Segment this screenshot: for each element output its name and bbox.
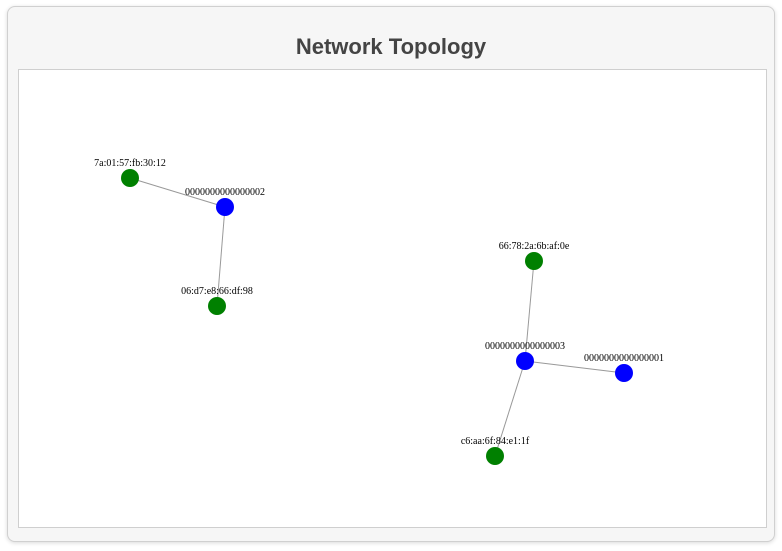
topology-card: Network Topology 0000000000000002 7a:01:5… [7,6,775,542]
host-node[interactable]: 7a:01:57:fb:30:12 [94,158,166,187]
host-node[interactable]: 06:d7:e8:66:df:98 [181,286,253,315]
links-layer [129,177,625,457]
topology-graph[interactable]: 0000000000000002 7a:01:57:fb:30:12 06:d7:e… [19,70,766,527]
switch-circle[interactable] [216,198,234,216]
switch-circle[interactable] [615,364,633,382]
host-circle[interactable] [121,169,139,187]
switch-node[interactable]: 0000000000000003 [485,341,565,370]
nodes-layer: 0000000000000002 7a:01:57:fb:30:12 06:d7:e… [94,158,664,465]
node-label: 66:78:2a:6b:af:0e [499,241,570,252]
node-label: c6:aa:6f:84:e1:1f [461,436,530,447]
node-label: 0000000000000002 [185,187,265,198]
switch-node[interactable]: 0000000000000001 [584,353,664,382]
host-circle[interactable] [208,297,226,315]
host-circle[interactable] [525,252,543,270]
node-label: 0000000000000001 [584,353,664,364]
host-node[interactable]: 66:78:2a:6b:af:0e [499,241,570,270]
switch-circle[interactable] [516,352,534,370]
page-title: Network Topology [295,34,487,59]
node-label: 06:d7:e8:66:df:98 [181,286,253,297]
node-label: 0000000000000003 [485,341,565,352]
topology-canvas[interactable]: 0000000000000002 7a:01:57:fb:30:12 06:d7:e… [18,69,767,528]
switch-node[interactable]: 0000000000000002 [185,187,265,216]
host-node[interactable]: c6:aa:6f:84:e1:1f [461,436,530,465]
node-label: 7a:01:57:fb:30:12 [94,158,166,169]
host-circle[interactable] [486,447,504,465]
